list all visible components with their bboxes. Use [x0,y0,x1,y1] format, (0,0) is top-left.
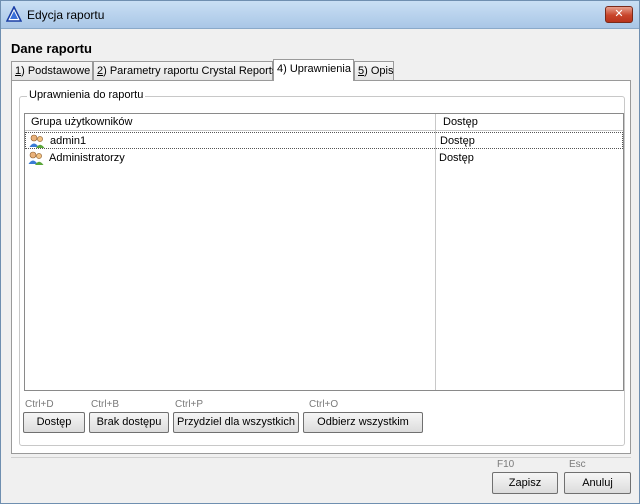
column-header-access[interactable]: Dostęp [443,116,478,128]
tab-uprawnienia[interactable]: 4) Uprawnienia [273,59,354,81]
cell-access: Dostęp [440,135,475,147]
tab-label: ) Podstawowe [21,65,91,77]
grant-shortcut-hint: Ctrl+D [25,399,54,410]
footer-separator [11,457,631,458]
groupbox-title: Uprawnienia do raportu [27,89,146,101]
grant-access-button[interactable]: Dostęp [23,412,85,433]
window-title: Edycja raportu [27,8,105,22]
tab-podstawowe[interactable]: 1) Podstawowe [11,61,93,81]
save-shortcut-hint: F10 [497,459,515,470]
cell-access: Dostęp [439,152,474,164]
close-button[interactable]: ✕ [605,6,633,23]
column-header-group[interactable]: Grupa użytkowników [31,116,133,128]
deny-access-button[interactable]: Brak dostępu [89,412,169,433]
save-button[interactable]: Zapisz [492,472,558,494]
permissions-groupbox: Uprawnienia do raportu Grupa użytkownikó… [19,89,625,446]
tab-label: 4) Uprawnienia [277,63,351,75]
tab-label: ) Opis [364,65,394,77]
cancel-button[interactable]: Anuluj [564,472,631,494]
table-row[interactable]: Administratorzy Dostęp [25,150,623,167]
revoke-all-button[interactable]: Odbierz wszystkim [303,412,423,433]
title-bar[interactable]: Edycja raportu ✕ [1,1,639,29]
user-group-icon [28,151,44,166]
revoke-all-shortcut-hint: Ctrl+O [309,399,339,410]
grant-all-shortcut-hint: Ctrl+P [175,399,204,410]
user-group-icon [29,134,45,149]
deny-shortcut-hint: Ctrl+B [91,399,120,410]
report-edit-window: Edycja raportu ✕ Dane raportu 1) Podstaw… [0,0,640,504]
cell-group-name: admin1 [50,135,87,147]
app-triangle-icon [5,5,23,22]
section-title: Dane raportu [11,41,92,56]
tab-parametry[interactable]: 2) Parametry raportu Crystal Reports [93,61,277,81]
permissions-grid[interactable]: Grupa użytkowników Dostęp admin1 Dostęp … [24,113,624,391]
tab-panel-uprawnienia: Uprawnienia do raportu Grupa użytkownikó… [11,80,631,454]
cell-group-name: Administratorzy [49,152,125,164]
cancel-shortcut-hint: Esc [569,459,586,470]
grid-header: Grupa użytkowników Dostęp [25,114,623,131]
table-row[interactable]: admin1 Dostęp [25,132,623,149]
tab-label: ) Parametry raportu Crystal Reports [103,65,278,77]
grant-all-button[interactable]: Przydziel dla wszystkich [173,412,299,433]
tab-opis[interactable]: 5) Opis [354,61,394,81]
